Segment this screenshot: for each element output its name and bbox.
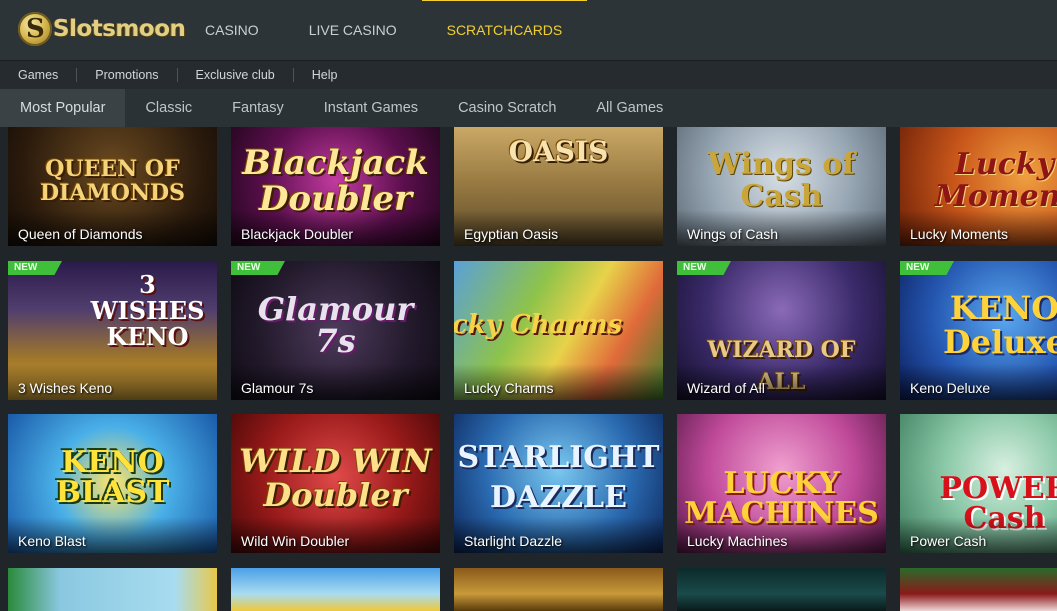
main-nav-scratchcards[interactable]: SCRATCHCARDS xyxy=(421,0,588,60)
sub-nav-help[interactable]: Help xyxy=(294,68,356,82)
game-title: Blackjack Doubler xyxy=(241,226,354,242)
game-title: 3 Wishes Keno xyxy=(18,380,113,396)
game-title: Power Cash xyxy=(910,533,987,549)
sub-nav-promotions[interactable]: Promotions xyxy=(77,68,178,82)
game-tile-wizard-of-all[interactable]: NEW WIZARD OF ALL Wizard of All xyxy=(677,261,886,400)
game-tile-power-cash[interactable]: POWER Cash Power Cash xyxy=(900,414,1057,553)
game-title: Keno Deluxe xyxy=(910,380,991,396)
game-tile-keno-deluxe[interactable]: NEW KENO Deluxe Keno Deluxe xyxy=(900,261,1057,400)
game-tile-partial[interactable] xyxy=(454,568,663,611)
sub-nav-exclusive-club[interactable]: Exclusive club xyxy=(178,68,294,82)
category-tabs: Most Popular Classic Fantasy Instant Gam… xyxy=(0,89,1057,127)
game-tile-3-wishes-keno[interactable]: NEW 3 WISHES KENO 3 Wishes Keno xyxy=(8,261,217,400)
game-tile-partial[interactable] xyxy=(900,568,1057,611)
game-title: Egyptian Oasis xyxy=(464,226,559,242)
game-tile-lucky-charms[interactable]: Lucky Charms Lucky Charms xyxy=(454,261,663,400)
game-tile-glamour-7s[interactable]: NEW Glamour 7s Glamour 7s xyxy=(231,261,440,400)
game-title: Keno Blast xyxy=(18,533,86,549)
game-tile-blackjack-doubler[interactable]: Blackjack Doubler Blackjack Doubler xyxy=(231,127,440,246)
game-title: Wizard of All xyxy=(687,380,765,396)
logo-text: Slotsmoon xyxy=(53,16,186,42)
site-logo[interactable]: Slotsmoon xyxy=(18,10,186,48)
secondary-nav: Games Promotions Exclusive club Help xyxy=(0,60,1057,90)
main-nav: CASINO LIVE CASINO SCRATCHCARDS xyxy=(180,0,587,60)
game-tile-egyptian-oasis[interactable]: OASIS Egyptian Oasis xyxy=(454,127,663,246)
game-tile-queen-of-diamonds[interactable]: QUEEN OF DIAMONDS Queen of Diamonds xyxy=(8,127,217,246)
main-nav-live-casino[interactable]: LIVE CASINO xyxy=(284,0,422,60)
tab-all-games[interactable]: All Games xyxy=(576,89,683,127)
top-bar: Slotsmoon CASINO LIVE CASINO SCRATCHCARD… xyxy=(0,0,1057,60)
game-tile-partial[interactable] xyxy=(8,568,217,611)
game-title: Lucky Charms xyxy=(464,380,554,396)
moon-logo-icon xyxy=(18,12,52,46)
game-title: Wild Win Doubler xyxy=(241,533,350,549)
game-title: Wings of Cash xyxy=(687,226,779,242)
tab-fantasy[interactable]: Fantasy xyxy=(212,89,304,127)
game-tile-lucky-machines[interactable]: LUCKY MACHINES Lucky Machines xyxy=(677,414,886,553)
main-nav-casino[interactable]: CASINO xyxy=(180,0,284,60)
tab-most-popular[interactable]: Most Popular xyxy=(0,89,126,127)
game-tile-wild-win-doubler[interactable]: WILD WIN Doubler Wild Win Doubler xyxy=(231,414,440,553)
game-tile-partial[interactable] xyxy=(231,568,440,611)
game-tile-partial[interactable] xyxy=(677,568,886,611)
game-title: Starlight Dazzle xyxy=(464,533,563,549)
game-tile-starlight-dazzle[interactable]: STARLIGHT DAZZLE Starlight Dazzle xyxy=(454,414,663,553)
game-tile-lucky-moments[interactable]: Lucky Moment Lucky Moments xyxy=(900,127,1057,246)
sub-nav-games[interactable]: Games xyxy=(0,68,78,82)
game-tile-wings-of-cash[interactable]: Wings of Cash Wings of Cash xyxy=(677,127,886,246)
tab-classic[interactable]: Classic xyxy=(125,89,212,127)
game-title: Queen of Diamonds xyxy=(18,226,143,242)
game-title: Glamour 7s xyxy=(241,380,314,396)
tab-instant-games[interactable]: Instant Games xyxy=(304,89,438,127)
game-title: Lucky Machines xyxy=(687,533,788,549)
tab-casino-scratch[interactable]: Casino Scratch xyxy=(438,89,576,127)
game-title: Lucky Moments xyxy=(910,226,1009,242)
game-grid: QUEEN OF DIAMONDS Queen of Diamonds Blac… xyxy=(8,127,1057,611)
game-tile-keno-blast[interactable]: KENO BLAST Keno Blast xyxy=(8,414,217,553)
